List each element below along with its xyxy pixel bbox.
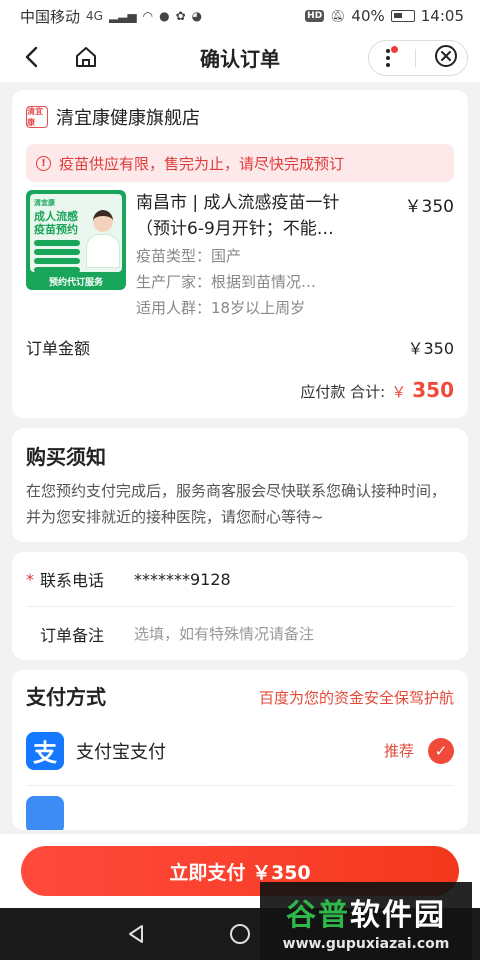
purchase-notes-card: 购买须知 在您预约支付完成后，服务商客服会尽快联系您确认接种时间，并为您安排就近… (12, 428, 468, 542)
remark-row: 订单备注 (26, 606, 454, 660)
watermark-logo: 谷普软件园 (286, 890, 446, 934)
status-left: 中国移动 4G ▂▃▅ ◠ ● ✿ ◕ (20, 6, 202, 27)
product-item[interactable]: 清宜康 成人流感疫苗预约 预约代订服务 南昌市 | 成人流感疫苗一针（预计6-9… (26, 190, 454, 320)
payment-method-name: 支付宝支付 (76, 741, 166, 763)
qq-icon: ◕ (191, 9, 203, 23)
order-amount-row: 订单金额 ￥350 (26, 334, 454, 360)
remark-input[interactable] (134, 624, 394, 643)
notification-dot (390, 46, 398, 53)
status-right: HD 🔕︎ 40% 14:05 (305, 7, 464, 25)
product-image-footer: 预约代订服务 (48, 278, 103, 288)
mini-app-capsule (368, 40, 468, 76)
nav-bar: 确认订单 (0, 32, 480, 82)
payment-method-alipay[interactable]: 支 支付宝支付 推荐 ✓ (26, 716, 454, 786)
checkmark-icon[interactable]: ✓ (428, 737, 454, 764)
purchase-notes-title: 购买须知 (26, 445, 106, 469)
triangle-back-icon (129, 925, 143, 943)
product-attr-audience: 适用人群：18岁以上周岁 (136, 299, 306, 317)
phone-value[interactable]: *******9128 (134, 570, 231, 589)
payment-card: 支付方式 百度为您的资金安全保驾护航 支 支付宝支付 推荐 ✓ (12, 670, 468, 830)
more-button[interactable] (378, 46, 398, 70)
product-price: ￥350 (404, 197, 454, 217)
payable-amount: 350 (412, 378, 454, 402)
payment-title: 支付方式 (26, 685, 106, 709)
payable-currency: ￥ (391, 383, 407, 401)
watermark: 谷普软件园 www.gupuxiazai.com (260, 882, 472, 960)
payment-secure-text: 百度为您的资金安全保驾护航 (258, 688, 454, 707)
notice-text: 疫苗供应有限，售完为止，请尽快完成预订 (59, 154, 345, 173)
more-dot-icon (385, 56, 390, 60)
home-button[interactable] (72, 43, 100, 71)
product-image-lines (34, 240, 80, 276)
payment-method-next[interactable] (26, 790, 454, 830)
mute-icon: 🔕︎ (330, 9, 346, 23)
supply-notice: ! 疫苗供应有限，售完为止，请尽快完成预订 (26, 144, 454, 182)
product-title: 南昌市 | 成人流感疫苗一针（预计6-9月开针；不能… (136, 193, 340, 239)
battery-percent: 40% (351, 7, 385, 25)
remark-label: 订单备注 (40, 625, 105, 645)
required-mark: * (26, 569, 34, 589)
baidu-icon: ✿ (175, 9, 186, 23)
product-image-headline: 成人流感疫苗预约 (34, 210, 78, 236)
more-dot-icon (385, 63, 390, 67)
store-logo: 清宜康 (26, 106, 48, 128)
more-dot-icon (385, 49, 390, 53)
product-image: 清宜康 成人流感疫苗预约 预约代订服务 (26, 190, 126, 290)
payment-header: 支付方式 百度为您的资金安全保驾护航 (26, 684, 454, 710)
order-amount-label: 订单金额 (26, 339, 91, 358)
product-info: 南昌市 | 成人流感疫苗一针（预计6-9月开针；不能… ￥350 疫苗类型：国产… (136, 190, 454, 320)
product-image-brand: 清宜康 (34, 199, 55, 207)
close-circle-icon (435, 45, 458, 67)
order-amount-value: ￥350 (407, 339, 454, 358)
store-header[interactable]: 清宜康 清宜康健康旗舰店 (26, 102, 454, 132)
watermark-cn-part2: 软件园 (350, 898, 446, 933)
message-icon: ● (159, 9, 170, 23)
back-button[interactable] (18, 44, 44, 70)
alipay-icon: 支 (26, 731, 64, 770)
network-type: 4G (86, 9, 103, 23)
purchase-notes-text: 在您预约支付完成后，服务商客服会尽快联系您确认接种时间，并为您安排就近的接种医院… (26, 482, 447, 526)
product-attr-manufacturer: 生产厂家：根据到苗情况… (136, 273, 317, 291)
nurse-illustration (86, 210, 120, 270)
clock: 14:05 (420, 7, 464, 25)
phone-row[interactable]: * 联系电话 *******9128 (26, 552, 454, 606)
watermark-url: www.gupuxiazai.com (282, 936, 450, 952)
wifi-icon: ◠ (142, 9, 154, 23)
battery-icon (390, 10, 415, 22)
home-icon (76, 47, 96, 67)
capsule-divider (415, 49, 417, 67)
system-back-button[interactable] (124, 922, 148, 946)
contact-form-card: * 联系电话 *******9128 订单备注 (12, 552, 468, 660)
close-button[interactable] (434, 44, 458, 72)
warning-icon: ! (36, 155, 51, 171)
circle-home-icon (230, 924, 250, 944)
system-home-button[interactable] (228, 922, 252, 946)
recommend-badge: 推荐 (383, 742, 414, 760)
payable-label: 应付款 合计: (300, 383, 386, 401)
signal-icon: ▂▃▅ (108, 9, 137, 23)
carrier-name: 中国移动 (20, 7, 81, 26)
order-card: 清宜康 清宜康健康旗舰店 ! 疫苗供应有限，售完为止，请尽快完成预订 清宜康 成… (12, 90, 468, 418)
phone-label: 联系电话 (40, 571, 105, 590)
status-bar: 中国移动 4G ▂▃▅ ◠ ● ✿ ◕ HD 🔕︎ 40% 14:05 (0, 0, 480, 32)
watermark-cn-part1: 谷普 (286, 898, 350, 933)
hd-badge: HD (305, 10, 325, 22)
payment-method-icon (26, 796, 64, 830)
chevron-left-icon (25, 46, 38, 68)
store-name: 清宜康健康旗舰店 (56, 108, 200, 129)
payable-row: 应付款 合计: ￥ 350 (26, 378, 454, 406)
product-attr-type: 疫苗类型：国产 (136, 247, 242, 265)
